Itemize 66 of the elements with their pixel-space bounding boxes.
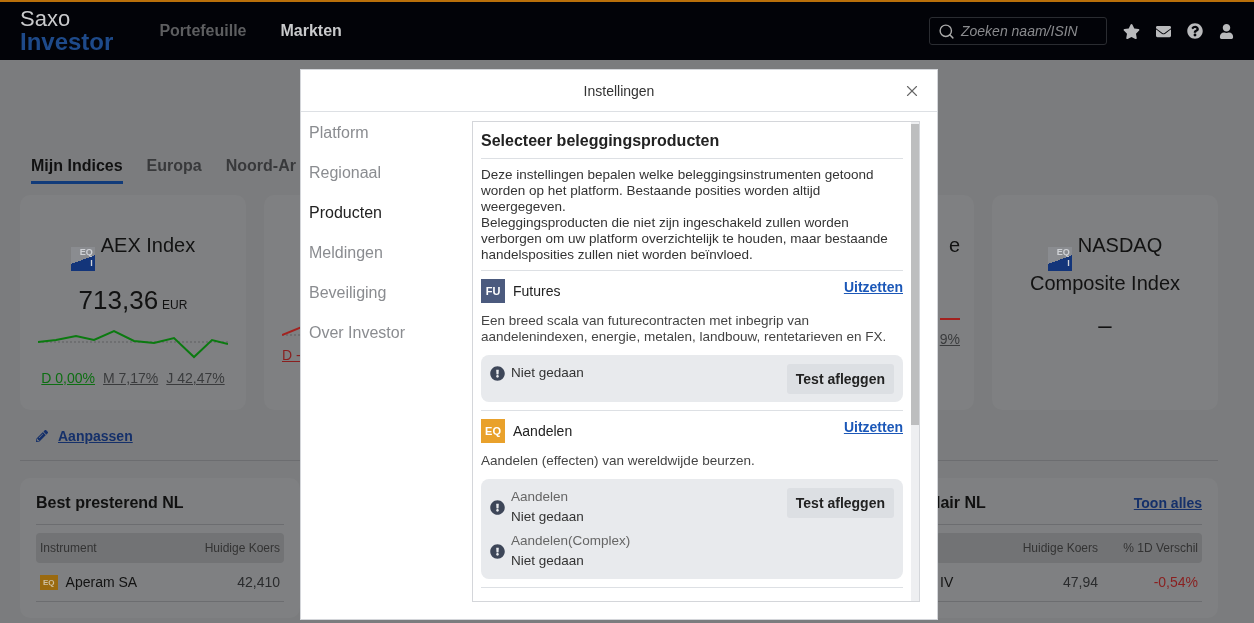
settings-nav-item[interactable]: Beveiliging <box>309 283 472 303</box>
tab[interactable]: Europa <box>146 157 202 184</box>
take-test-button[interactable]: Test afleggen <box>786 488 894 518</box>
product-code-badge: FU <box>481 279 505 303</box>
search-icon <box>938 22 955 40</box>
product-name: Futures <box>513 283 561 299</box>
table-title: Best presterend NL <box>36 494 184 512</box>
instrument-name: Aperam SA <box>65 574 139 590</box>
index-name: e <box>948 233 960 257</box>
intro-text: Beleggingsproducten die niet zijn ingeschakeld zullen worden verborgen om uw platform overzichtelijk te houden, maar bestaande handelsposities zullen niet worden beïnvloed. <box>481 215 889 263</box>
test-name: Aandelen <box>511 488 570 506</box>
disable-link[interactable]: Uitzetten <box>843 419 903 435</box>
instrument-name: IV <box>940 574 955 590</box>
change-link[interactable]: M 7,17% <box>103 370 159 386</box>
settings-nav-item[interactable]: Platform <box>309 123 472 143</box>
test-status: Niet gedaan <box>511 508 584 526</box>
dialog-title: Instellingen <box>583 82 655 99</box>
index-name: EQ I AEX Index <box>70 233 196 271</box>
table-cell: 42,410 <box>237 574 280 590</box>
column-header: % 1D Verschil <box>1122 541 1198 555</box>
alert-icon <box>490 499 505 515</box>
help-icon[interactable] <box>1187 23 1203 39</box>
nav-link[interactable]: Markten <box>280 22 342 40</box>
column-header: Huidige Koers <box>1021 541 1098 555</box>
search-field[interactable]: Zoeken naam/ISIN <box>929 17 1107 45</box>
index-price: – <box>1098 311 1112 339</box>
index-name: EQ I NASDAQ Composite Index <box>1028 233 1182 295</box>
star-icon[interactable] <box>1123 22 1140 40</box>
change-link[interactable]: D - <box>282 347 301 363</box>
alert-icon <box>490 365 505 381</box>
table-cell-text: -0,54% <box>1152 574 1198 590</box>
tab[interactable]: Mijn Indices <box>31 157 123 184</box>
take-test-button[interactable]: Test afleggen <box>786 364 894 394</box>
logo: Saxo Investor <box>20 8 114 54</box>
test-status: Niet gedaan <box>511 552 585 570</box>
user-icon[interactable] <box>1219 23 1234 39</box>
settings-nav-item[interactable]: Producten <box>309 203 472 223</box>
test-status: Niet gedaan <box>511 364 584 382</box>
column-header: Instrument <box>40 541 98 555</box>
mail-icon[interactable] <box>1156 23 1171 39</box>
product-code-badge: EQ <box>481 419 505 443</box>
change-link[interactable]: 9% <box>939 331 960 347</box>
product-description: Aandelen (effecten) van wereldwijde beurzen. <box>481 453 756 469</box>
scrollbar[interactable] <box>911 122 919 601</box>
tab[interactable]: Noord-Ar <box>225 157 296 184</box>
column-header: Huidige Koers <box>204 541 280 555</box>
show-all-link[interactable]: Toon alles <box>1133 495 1202 511</box>
equity-index-icon: EQ I <box>1047 247 1072 271</box>
intro-text: Deze instellingen bepalen welke beleggingsinstrumenten getoond worden op het platform. Bestaande posities worden altijd weergegeven. <box>481 167 875 215</box>
section-title: Selecteer beleggingsproducten <box>481 128 903 159</box>
test-name: Aandelen(Complex) <box>511 532 631 550</box>
settings-nav-item[interactable]: Regionaal <box>309 163 472 183</box>
product-description: Een breed scala van futurecontracten met inbegrip van aandelenindexen, energie, metalen, landbouw, rentetarieven en FX. <box>481 313 888 345</box>
product-name: Aandelen <box>513 423 573 439</box>
edit-link[interactable]: Aanpassen <box>58 428 133 444</box>
settings-nav-item[interactable]: Meldingen <box>309 243 472 263</box>
nav-link[interactable]: Portefeuille <box>159 22 247 40</box>
settings-nav-item[interactable]: Over Investor <box>309 323 472 343</box>
table-cell-text: 47,94 <box>1061 574 1098 590</box>
equity-badge: EQ <box>40 574 58 590</box>
index-price: 713,36 EUR <box>78 285 188 316</box>
alert-icon <box>490 543 505 559</box>
disable-link[interactable]: Uitzetten <box>843 279 903 295</box>
pencil-icon <box>36 430 48 442</box>
change-link[interactable]: J 42,47% <box>166 370 225 386</box>
equity-index-icon: EQ I <box>70 247 95 271</box>
